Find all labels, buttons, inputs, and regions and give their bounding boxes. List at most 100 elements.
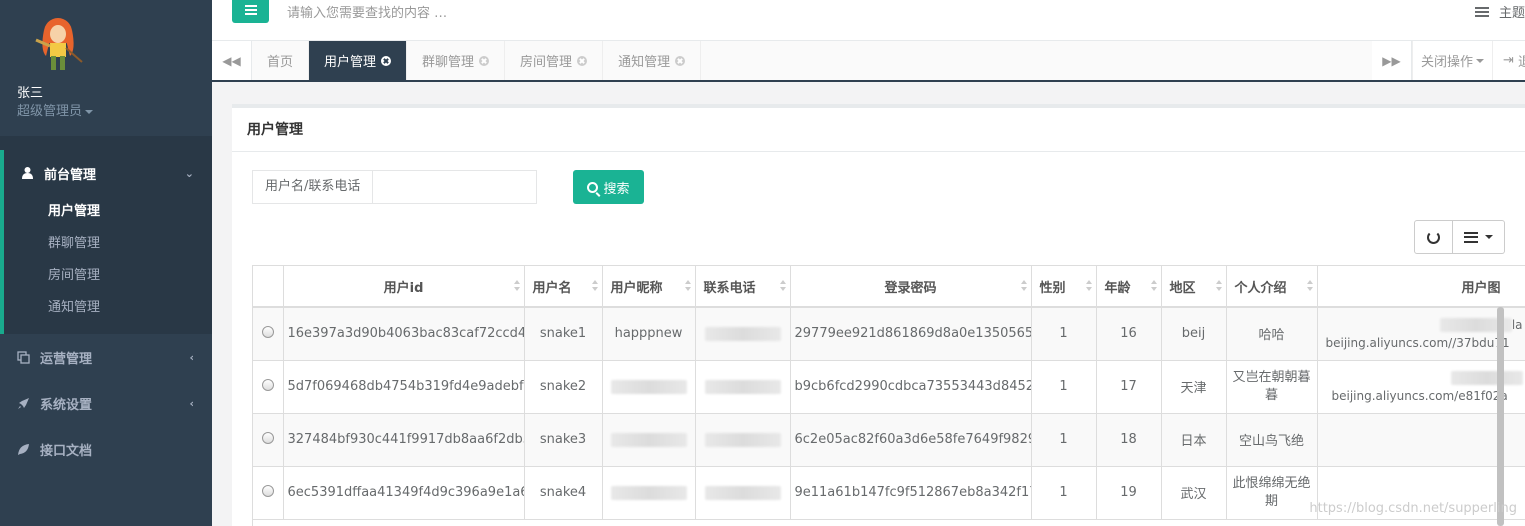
column-header[interactable]: 用户昵称 bbox=[602, 266, 696, 308]
tab-notification-management[interactable]: 通知管理 bbox=[603, 41, 702, 80]
cell-gender: 1 bbox=[1031, 413, 1097, 467]
caret-down-icon bbox=[1485, 235, 1493, 239]
cell-phone bbox=[695, 466, 791, 520]
table-row[interactable]: 5d7f069468db4754b319fd4e9adebf12 snake2 … bbox=[253, 360, 1525, 414]
copy-icon bbox=[16, 350, 30, 364]
sidebar-toggle-button[interactable] bbox=[232, 0, 269, 23]
theme-button[interactable]: 主题 bbox=[1474, 2, 1525, 21]
row-select-radio[interactable] bbox=[261, 378, 274, 391]
cell-age: 19 bbox=[1096, 466, 1162, 520]
cell-region: 天津 bbox=[1161, 360, 1227, 414]
column-header[interactable]: 用户id bbox=[283, 266, 525, 308]
refresh-icon bbox=[1427, 230, 1440, 244]
tabs-scroll-left-button[interactable]: ◀◀ bbox=[212, 41, 252, 80]
cell-region: beij bbox=[1161, 307, 1227, 361]
profile: 张三 超级管理员 bbox=[0, 0, 212, 136]
cell-username: snake3 bbox=[524, 413, 603, 467]
cell-gender: 1 bbox=[1031, 466, 1097, 520]
table-toolbar bbox=[1414, 220, 1505, 254]
sort-icon bbox=[1085, 280, 1092, 292]
cell-user-image: beijing.aliyuncs.com/e81f02a bbox=[1317, 360, 1525, 414]
sidebar-item-notification-management[interactable]: 通知管理 bbox=[4, 292, 212, 324]
cell-gender: 1 bbox=[1031, 307, 1097, 361]
redacted-nickname bbox=[610, 379, 687, 394]
tab-group-chat-management[interactable]: 群聊管理 bbox=[407, 41, 506, 80]
cell-phone bbox=[695, 307, 791, 361]
tabs-scroll-right-button[interactable]: ▶▶ bbox=[1372, 41, 1412, 80]
sort-icon bbox=[684, 280, 691, 292]
cell-age: 17 bbox=[1096, 360, 1162, 414]
cell-intro: 又岂在朝朝暮暮 bbox=[1226, 360, 1318, 414]
row-select-radio[interactable] bbox=[261, 431, 274, 444]
caret-down-icon bbox=[1476, 58, 1484, 63]
row-select-radio[interactable] bbox=[261, 325, 274, 338]
refresh-button[interactable] bbox=[1414, 220, 1453, 254]
leaf-icon bbox=[16, 442, 30, 456]
redacted-phone bbox=[704, 326, 781, 341]
cell-intro: 空山鸟飞绝 bbox=[1226, 413, 1318, 467]
search-button[interactable]: 搜索 bbox=[573, 170, 644, 204]
cell-password: 9e11a61b147fc9f512867eb8a342f173 bbox=[790, 466, 1032, 520]
close-circle-icon[interactable] bbox=[675, 55, 686, 66]
redacted-nickname bbox=[610, 485, 687, 500]
cell-nickname: happpnew bbox=[602, 307, 696, 361]
nav-system-settings[interactable]: 系统设置 ‹ bbox=[0, 380, 212, 426]
table-row[interactable]: 327484bf930c441f9917db8aa6f2db35 snake3 … bbox=[253, 413, 1525, 467]
profile-name: 张三 bbox=[17, 86, 44, 101]
column-header[interactable]: 个人介绍 bbox=[1226, 266, 1318, 308]
table-header-row: 用户id 用户名 用户昵称 联系电话 登录密码 性别 年龄 地区 个人介绍 用户… bbox=[253, 266, 1525, 308]
sort-icon bbox=[591, 280, 598, 292]
column-header[interactable]: 年龄 bbox=[1096, 266, 1162, 308]
column-header[interactable]: 用户名 bbox=[524, 266, 603, 308]
columns-toggle-button[interactable] bbox=[1453, 220, 1505, 254]
rocket-icon bbox=[16, 396, 30, 410]
page-tabs-bar: ◀◀ 首页 用户管理 群聊管理 房间管理 通知管理 ▶▶ 关闭操作 ⇥ 退 bbox=[212, 41, 1525, 82]
row-select-radio[interactable] bbox=[261, 484, 274, 497]
sidebar-item-group-chat-management[interactable]: 群聊管理 bbox=[4, 228, 212, 260]
top-search-input[interactable]: 请输入您需要查找的内容 … bbox=[287, 2, 447, 21]
nav-operations-management[interactable]: 运营管理 ‹ bbox=[0, 334, 212, 380]
chevron-left-icon: ‹ bbox=[189, 351, 194, 364]
sidebar-item-user-management[interactable]: 用户管理 bbox=[4, 196, 212, 228]
top-bar: 请输入您需要查找的内容 … 主题 bbox=[212, 0, 1525, 41]
column-header[interactable]: 登录密码 bbox=[790, 266, 1032, 308]
close-operations-dropdown[interactable]: 关闭操作 bbox=[1412, 41, 1492, 80]
column-header[interactable]: 性别 bbox=[1031, 266, 1097, 308]
sidebar-item-room-management[interactable]: 房间管理 bbox=[4, 260, 212, 292]
page-tabs: 首页 用户管理 群聊管理 房间管理 通知管理 bbox=[252, 41, 702, 80]
cell-password: b9cb6fcd2990cdbca73553443d84527e bbox=[790, 360, 1032, 414]
avatar[interactable] bbox=[30, 10, 92, 76]
column-header[interactable]: 用户图 bbox=[1317, 266, 1525, 308]
logout-button[interactable]: ⇥ 退 bbox=[1492, 41, 1525, 80]
chevron-down-icon: ⌄ bbox=[184, 167, 194, 180]
sidebar: 张三 超级管理员 前台管理 ⌄ 用户管理 群聊管理 房间管理 通知管理 运营管理… bbox=[0, 0, 212, 526]
column-header[interactable]: 地区 bbox=[1161, 266, 1227, 308]
close-circle-icon[interactable] bbox=[577, 55, 588, 66]
table-vertical-scrollbar[interactable] bbox=[1497, 307, 1504, 526]
cell-region: 武汉 bbox=[1161, 466, 1227, 520]
cell-user-id: 16e397a3d90b4063bac83caf72ccd4fa bbox=[283, 307, 525, 361]
cell-region: 日本 bbox=[1161, 413, 1227, 467]
cell-user-id: 327484bf930c441f9917db8aa6f2db35 bbox=[283, 413, 525, 467]
redacted-phone bbox=[704, 379, 781, 394]
table-row[interactable]: 16e397a3d90b4063bac83caf72ccd4fa snake1 … bbox=[253, 307, 1525, 361]
profile-role-dropdown[interactable]: 超级管理员 bbox=[17, 100, 94, 119]
nav-frontend-management[interactable]: 前台管理 ⌄ bbox=[4, 150, 212, 196]
column-header[interactable]: 联系电话 bbox=[695, 266, 791, 308]
cell-user-image bbox=[1317, 413, 1525, 467]
user-table-container: 用户id 用户名 用户昵称 联系电话 登录密码 性别 年龄 地区 个人介绍 用户… bbox=[252, 265, 1525, 526]
nav-api-docs[interactable]: 接口文档 bbox=[0, 426, 212, 472]
redacted-nickname bbox=[610, 432, 687, 447]
tab-room-management[interactable]: 房间管理 bbox=[505, 41, 604, 80]
redacted-phone bbox=[704, 432, 781, 447]
tab-home[interactable]: 首页 bbox=[252, 41, 310, 80]
search-label: 用户名/联系电话 bbox=[252, 170, 374, 204]
cell-intro: 此恨绵绵无绝期 bbox=[1226, 466, 1318, 520]
nav-group-frontend: 前台管理 ⌄ 用户管理 群聊管理 房间管理 通知管理 bbox=[0, 150, 212, 334]
tab-user-management[interactable]: 用户管理 bbox=[309, 41, 408, 80]
close-circle-icon[interactable] bbox=[479, 55, 490, 66]
close-circle-icon[interactable] bbox=[381, 55, 392, 66]
watermark: https://blog.csdn.net/supperling bbox=[1309, 501, 1517, 516]
cell-gender: 1 bbox=[1031, 360, 1097, 414]
search-input[interactable] bbox=[373, 170, 538, 204]
